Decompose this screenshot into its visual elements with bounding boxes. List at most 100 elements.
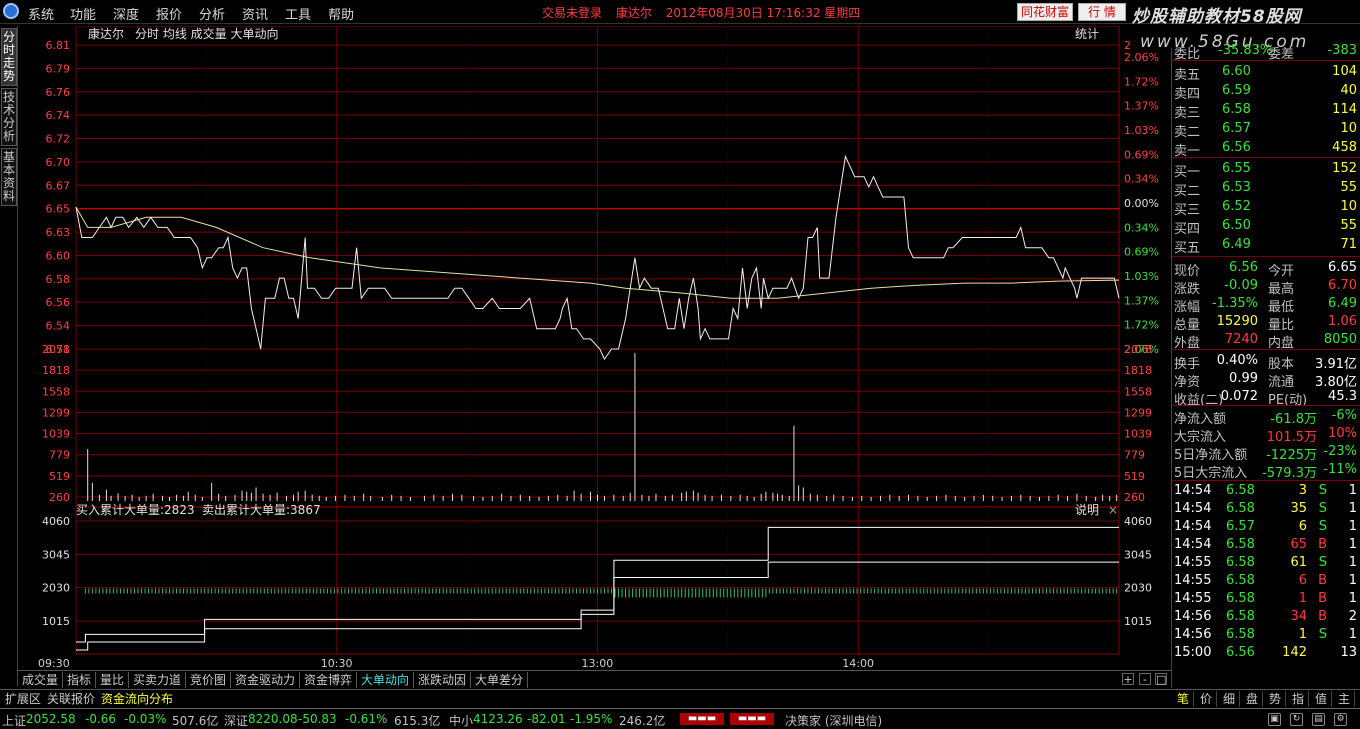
- indicator-tab[interactable]: 成交量: [18, 672, 64, 688]
- fund-flow-row[interactable]: 5日大宗流入 -579.3万 -11%: [1172, 460, 1360, 481]
- stats-row[interactable]: 涨跌 -0.09 最高 6.70: [1172, 276, 1360, 297]
- menu-news[interactable]: 资讯: [242, 4, 268, 23]
- indicator-tab[interactable]: 大单差分: [471, 672, 529, 688]
- indicator-tab[interactable]: 竞价图: [186, 672, 232, 688]
- indicator-tab[interactable]: 资金博弈: [300, 672, 358, 688]
- panel-tab[interactable]: 势: [1265, 691, 1286, 707]
- tick-row[interactable]: 14:56 6.58 1 S 1: [1172, 625, 1360, 644]
- extension-tab[interactable]: 扩展区: [2, 691, 44, 707]
- bid-row[interactable]: 买五 6.49 71: [1172, 235, 1360, 256]
- price-tick-label: 6.54: [46, 320, 71, 333]
- app-logo-icon[interactable]: [3, 3, 19, 19]
- extension-tab[interactable]: 资金流向分布: [98, 691, 176, 707]
- fund-flow-row[interactable]: 大宗流入 101.5万 10%: [1172, 424, 1360, 445]
- tick-time: 14:56: [1174, 609, 1212, 624]
- tick-row[interactable]: 14:54 6.58 65 B 1: [1172, 535, 1360, 554]
- indicator-tab[interactable]: 资金驱动力: [231, 672, 301, 688]
- panel-tab[interactable]: 盘: [1242, 691, 1263, 707]
- tick-row[interactable]: 14:55 6.58 1 B 1: [1172, 589, 1360, 608]
- time-tick-label: 13:00: [582, 657, 614, 670]
- ask-row[interactable]: 卖五 6.60 104: [1172, 62, 1360, 83]
- menu-help[interactable]: 帮助: [328, 4, 354, 23]
- panel-tab[interactable]: 值: [1311, 691, 1332, 707]
- bid-row[interactable]: 买三 6.52 10: [1172, 197, 1360, 218]
- broker-label: 决策家 (深圳电信): [785, 714, 883, 728]
- stats-row[interactable]: 现价 6.56 今开 6.65: [1172, 258, 1360, 279]
- indicator-tab[interactable]: 大单动向: [357, 672, 415, 688]
- zoom-out-button[interactable]: -: [1139, 673, 1151, 686]
- extension-tab-bar: 扩展区 关联报价 资金流向分布: [0, 689, 1171, 707]
- stats-row[interactable]: 总量 15290 量比 1.06: [1172, 312, 1360, 333]
- indicator-tab[interactable]: 量比: [96, 672, 130, 688]
- price-tick-label: 6.76: [46, 86, 71, 99]
- fundamental-row[interactable]: 收益(二) 0.072 PE(动) 45.3: [1172, 387, 1360, 408]
- tick-row[interactable]: 15:00 6.56 142 13: [1172, 643, 1360, 662]
- fund-flow-row[interactable]: 净流入额 -61.8万 -6%: [1172, 406, 1360, 427]
- panel-tab[interactable]: 价: [1196, 691, 1217, 707]
- panel-tab[interactable]: 指: [1288, 691, 1309, 707]
- volume-tick-label: 1039: [42, 428, 70, 441]
- pct-tick-label: 0.00%: [1124, 197, 1159, 210]
- time-tick-label: 14:00: [842, 657, 874, 670]
- expand-button[interactable]: □: [1155, 673, 1167, 686]
- menu-quote[interactable]: 报价: [156, 4, 182, 23]
- tick-volume: 34: [1290, 609, 1307, 624]
- fund-flow-row[interactable]: 5日净流入额 -1225万 -23%: [1172, 442, 1360, 463]
- network-icon[interactable]: ▤: [1312, 713, 1325, 726]
- panel-tab-bar: 笔价细盘势指值主: [1171, 689, 1360, 707]
- pct-tick-label: 1.37%: [1124, 294, 1159, 307]
- menu-function[interactable]: 功能: [70, 4, 96, 23]
- tick-row[interactable]: 14:54 6.57 6 S 1: [1172, 517, 1360, 536]
- stats-row[interactable]: 涨幅 -1.35% 最低 6.49: [1172, 294, 1360, 315]
- menu-depth[interactable]: 深度: [113, 4, 139, 23]
- market-button[interactable]: 行 情: [1078, 3, 1126, 21]
- bid-row[interactable]: 买四 6.50 55: [1172, 216, 1360, 237]
- panel-tab[interactable]: 主: [1334, 691, 1355, 707]
- tick-row[interactable]: 14:56 6.58 34 B 2: [1172, 607, 1360, 626]
- tick-side: B: [1318, 573, 1327, 588]
- tick-row[interactable]: 14:55 6.58 61 S 1: [1172, 553, 1360, 572]
- market-flag-icon: ▬▬▬: [680, 713, 724, 725]
- ask-row[interactable]: 卖三 6.58 114: [1172, 100, 1360, 121]
- fund-flow-pct: -23%: [1323, 444, 1357, 459]
- panel-tab[interactable]: 笔: [1173, 691, 1194, 707]
- bid-row[interactable]: 买二 6.53 55: [1172, 178, 1360, 199]
- wealth-button[interactable]: 同花财富: [1017, 3, 1073, 21]
- extension-tab[interactable]: 关联报价: [44, 691, 98, 707]
- ask-row[interactable]: 卖一 6.56 458: [1172, 138, 1360, 159]
- sh-index-pct: -0.03%: [124, 712, 167, 726]
- bid-row[interactable]: 买一 6.55 152: [1172, 159, 1360, 180]
- wei-row[interactable]: 委比 -35.83% 委差 -383: [1172, 41, 1360, 62]
- fundamental-row[interactable]: 换手 0.40% 股本 3.91亿: [1172, 351, 1360, 372]
- tick-row[interactable]: 14:54 6.58 3 S 1: [1172, 481, 1360, 500]
- panel-divider: [1172, 256, 1360, 257]
- menu-tools[interactable]: 工具: [285, 4, 311, 23]
- sz-index-change: -50.83: [298, 712, 337, 726]
- lock-icon[interactable]: ▣: [1268, 713, 1281, 726]
- settings-icon[interactable]: ⚙: [1334, 713, 1347, 726]
- app-window: 系统 功能 深度 报价 分析 资讯 工具 帮助 交易未登录 康达尔 2012年0…: [0, 0, 1360, 729]
- stats-row[interactable]: 外盘 7240 内盘 8050: [1172, 330, 1360, 351]
- refresh-icon[interactable]: ↻: [1290, 713, 1303, 726]
- ask-row[interactable]: 卖二 6.57 10: [1172, 119, 1360, 140]
- tick-price: 6.58: [1226, 483, 1255, 498]
- indicator-tab[interactable]: 涨跌动因: [414, 672, 472, 688]
- menu-analysis[interactable]: 分析: [199, 4, 225, 23]
- panel-tab[interactable]: 细: [1219, 691, 1240, 707]
- tick-volume: 3: [1298, 483, 1307, 498]
- pct-tick-label: 1.37%: [1124, 100, 1159, 113]
- tick-row[interactable]: 14:54 6.58 35 S 1: [1172, 499, 1360, 518]
- ask-row[interactable]: 卖四 6.59 40: [1172, 81, 1360, 102]
- tick-volume: 1: [1298, 591, 1307, 606]
- tick-side: S: [1318, 483, 1327, 498]
- ask-price: 6.57: [1222, 121, 1251, 136]
- tick-row[interactable]: 14:55 6.58 6 B 1: [1172, 571, 1360, 590]
- fundamental-row[interactable]: 净资 0.99 流通 3.80亿: [1172, 369, 1360, 390]
- zoom-in-button[interactable]: +: [1122, 673, 1134, 686]
- indicator-tab[interactable]: 买卖力道: [129, 672, 187, 688]
- fundamental-value: 45.3: [1328, 389, 1357, 404]
- price-tick-label: 6.81: [46, 39, 71, 52]
- stat-value: 6.56: [1229, 260, 1258, 275]
- menu-system[interactable]: 系统: [28, 4, 54, 23]
- indicator-tab[interactable]: 指标: [63, 672, 97, 688]
